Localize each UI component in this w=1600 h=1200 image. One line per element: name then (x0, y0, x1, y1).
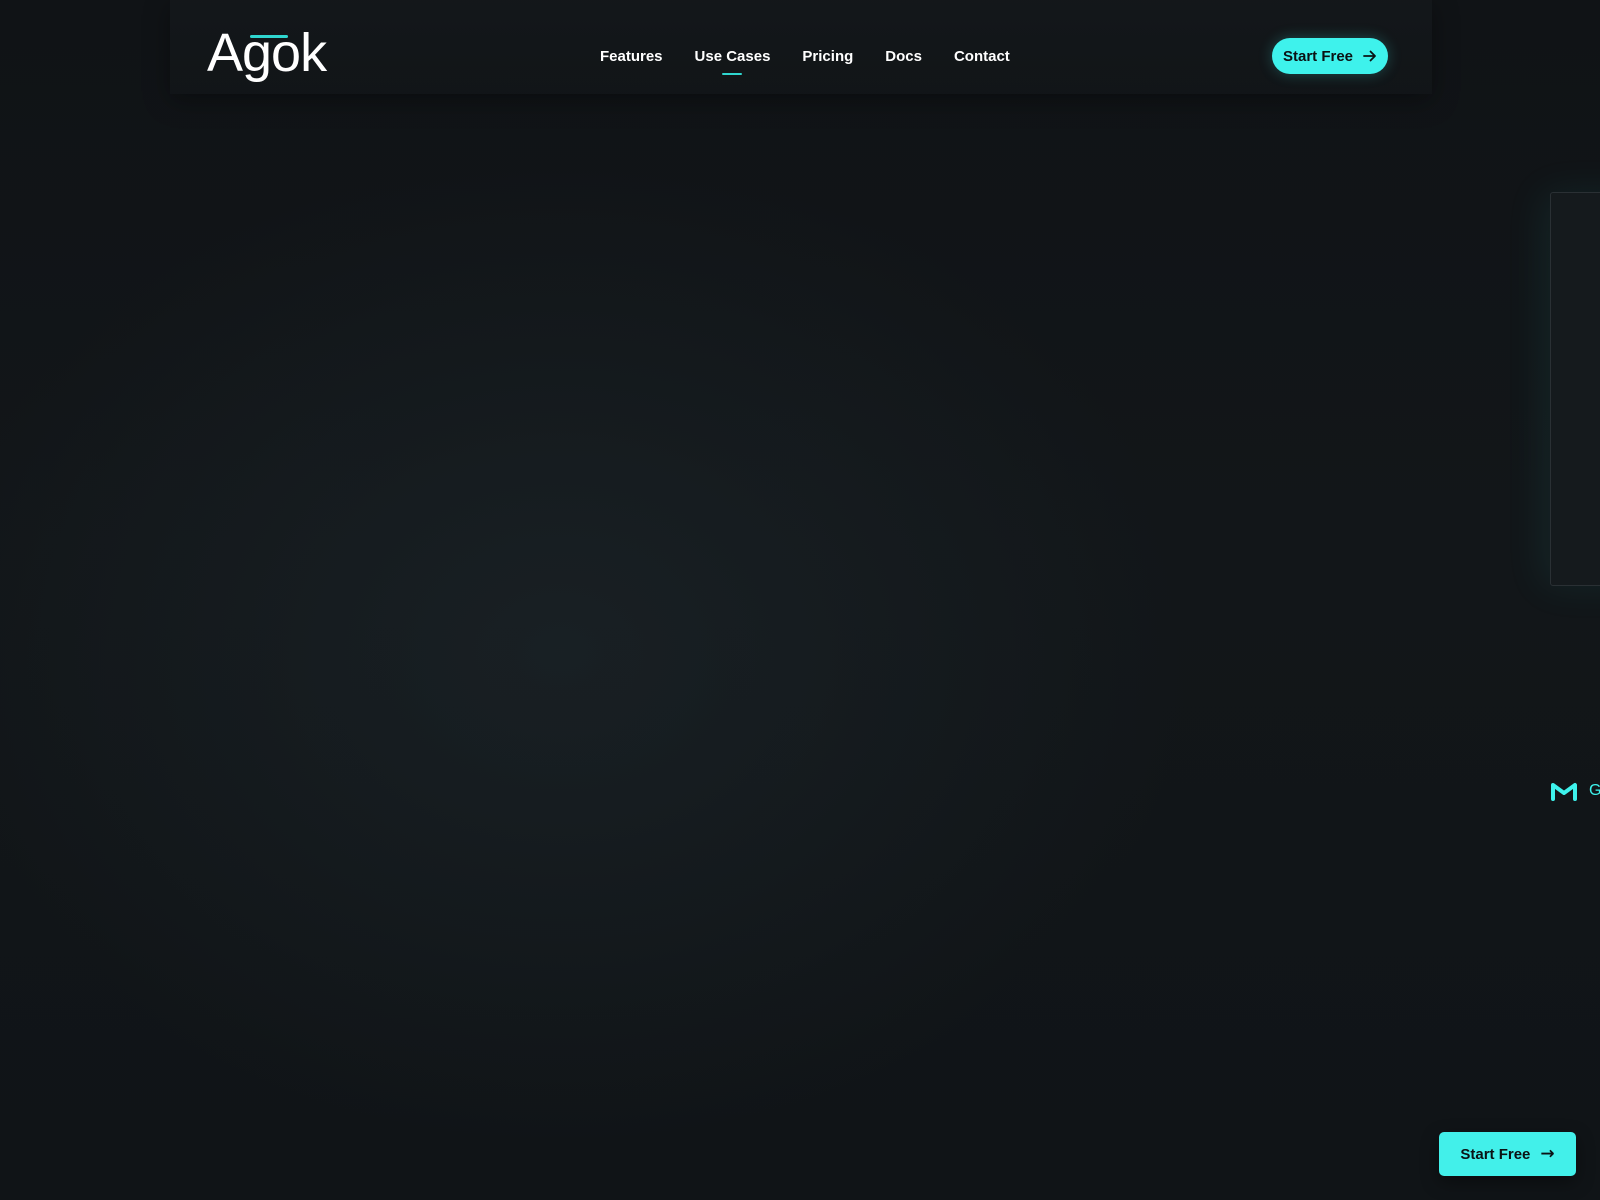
arrow-right-icon: → (1540, 1143, 1555, 1164)
nav-item-use-cases[interactable]: Use Cases (695, 48, 770, 75)
preview-panel (1550, 192, 1600, 586)
floating-start-free-label: Start Free (1460, 1145, 1531, 1163)
nav-item-docs[interactable]: Docs (885, 48, 922, 65)
logo-accent-bar (250, 35, 288, 38)
start-free-label: Start Free (1282, 47, 1354, 65)
nav-item-pricing[interactable]: Pricing (802, 48, 853, 65)
logo[interactable]: Agok (207, 22, 327, 84)
gmail-icon (1551, 783, 1577, 801)
landing-page: Agok Features Use Cases Pricing Docs Con… (0, 0, 1600, 1200)
floating-start-free-button[interactable]: Start Free → (1439, 1132, 1576, 1176)
nav-item-contact[interactable]: Contact (954, 48, 1010, 65)
main-nav: Features Use Cases Pricing Docs Contact (600, 44, 1010, 75)
integration-label: G (1589, 782, 1600, 799)
nav-item-features[interactable]: Features (600, 48, 663, 65)
start-free-button[interactable]: Start Free (1272, 38, 1388, 74)
integration-item-gmail: G (1551, 780, 1600, 802)
arrow-right-icon (1363, 50, 1376, 62)
